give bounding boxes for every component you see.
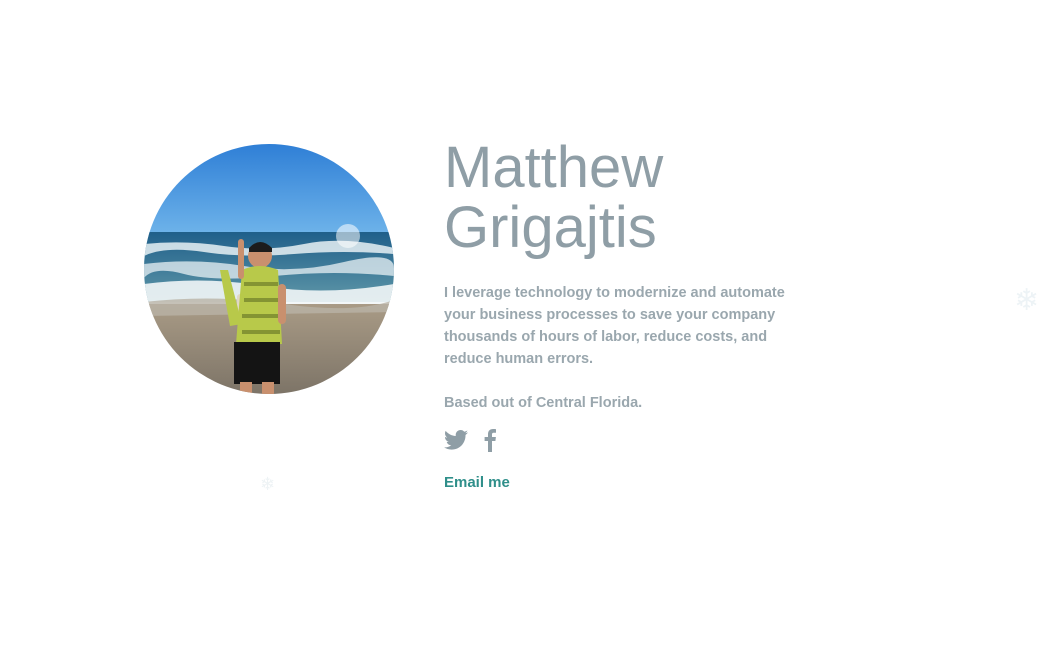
twitter-icon xyxy=(444,429,468,450)
facebook-icon xyxy=(484,428,496,452)
email-link[interactable]: Email me xyxy=(444,474,510,491)
profile-photo xyxy=(144,144,394,394)
profile-bio: I leverage technology to modernize and a… xyxy=(444,285,785,367)
first-name: Matthew xyxy=(444,135,664,200)
snowflake-icon: ❄ xyxy=(1014,283,1040,318)
facebook-link[interactable] xyxy=(484,428,496,457)
profile-location: Based out of Central Florida. xyxy=(444,395,643,411)
page: ❄ ❄ Matthew Grigajtis I leverage technol… xyxy=(0,0,1059,646)
social-links xyxy=(444,428,824,456)
twitter-link[interactable] xyxy=(444,429,468,455)
beach-photo xyxy=(144,144,394,394)
last-name: Grigajtis xyxy=(444,195,657,260)
profile-name: Matthew Grigajtis xyxy=(444,138,824,258)
profile-info: Matthew Grigajtis I leverage technology … xyxy=(444,138,824,492)
snowflake-icon: ❄ xyxy=(260,474,276,495)
